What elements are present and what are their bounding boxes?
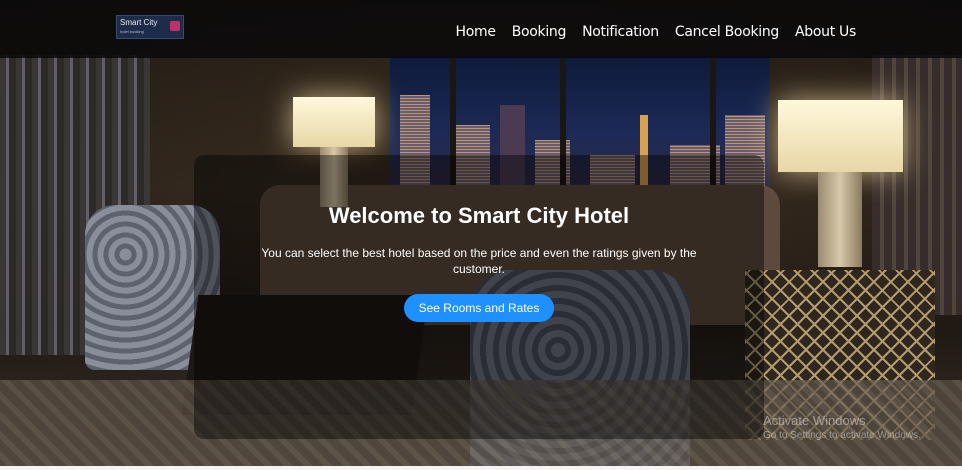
brand-tagline: hotel booking [120, 29, 144, 34]
watermark-line1: Activate Windows [763, 413, 866, 428]
activate-windows-watermark: Activate Windows Go to Settings to activ… [763, 413, 921, 441]
top-navbar: Smart City hotel booking Home Booking No… [0, 0, 962, 58]
hero-subtitle: You can select the best hotel based on t… [261, 246, 697, 276]
nav-notification[interactable]: Notification [582, 24, 659, 40]
nav-home[interactable]: Home [456, 24, 496, 40]
hero-title: Welcome to Smart City Hotel [328, 203, 630, 228]
logo-mark-icon [170, 21, 180, 31]
brand-logo[interactable]: Smart City hotel booking [116, 15, 184, 39]
see-rooms-button[interactable]: See Rooms and Rates [404, 294, 554, 322]
brand-name: Smart City [120, 18, 158, 27]
nav-cancel-booking[interactable]: Cancel Booking [675, 24, 779, 40]
nav-booking[interactable]: Booking [512, 24, 567, 40]
page-bottom-edge [0, 466, 962, 470]
hero-panel: Welcome to Smart City Hotel You can sele… [194, 155, 764, 439]
watermark-line2: Go to Settings to activate Windows. [763, 430, 921, 441]
main-nav: Home Booking Notification Cancel Booking… [456, 24, 857, 40]
nav-about-us[interactable]: About Us [795, 24, 856, 40]
